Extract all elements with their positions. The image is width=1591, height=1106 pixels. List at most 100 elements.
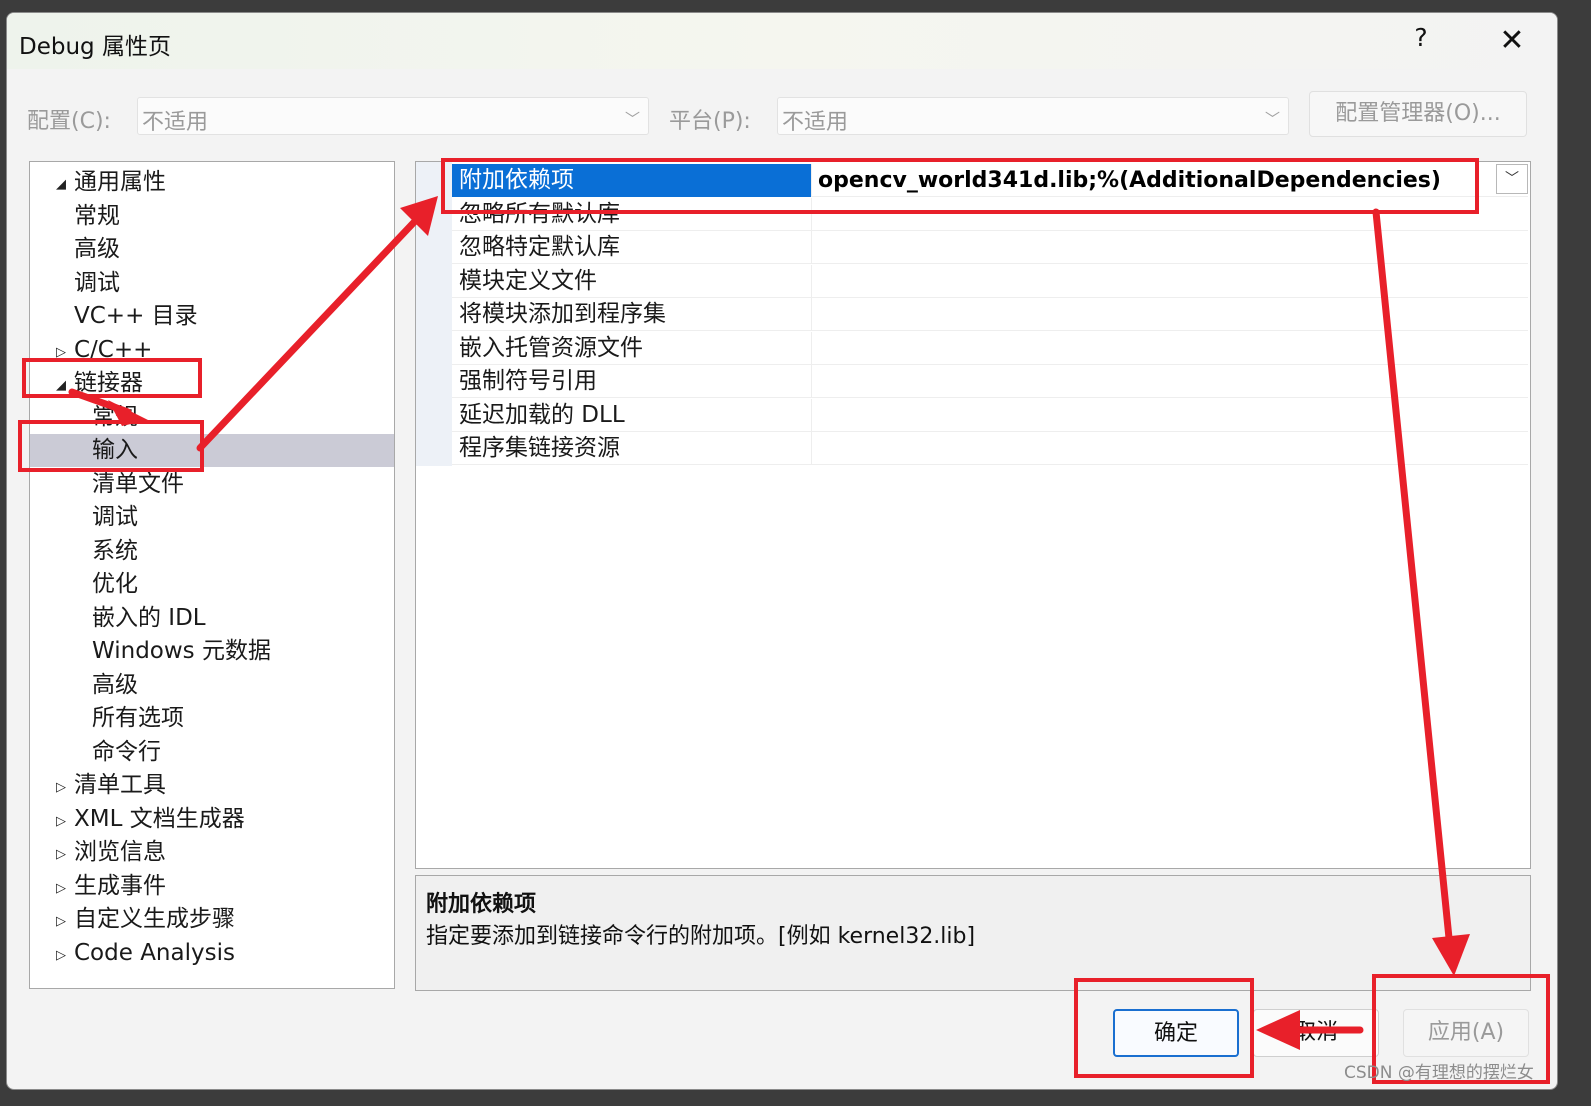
tree-item-label: 浏览信息 [74,839,166,865]
property-row[interactable]: 模块定义文件 [452,264,1528,298]
tree-item-label: Code Analysis [74,939,235,966]
property-row[interactable]: 嵌入托管资源文件 [452,331,1528,365]
property-row[interactable]: 将模块添加到程序集 [452,298,1528,331]
apply-button[interactable]: 应用(A) [1403,1009,1529,1057]
tree-item-label: C/C++ [74,336,153,363]
tree-item-label: 常规 [92,403,138,430]
tree-item-label: 清单工具 [74,772,166,798]
property-name: 程序集链接资源 [452,432,812,465]
collapsed-twisty-icon[interactable]: ▷ [56,939,66,972]
property-row[interactable]: 延迟加载的 DLL [452,398,1528,432]
property-row[interactable]: 程序集链接资源 [452,432,1528,465]
config-combobox[interactable]: 不适用 ﹀ [137,97,649,135]
ok-button[interactable]: 确定 [1113,1009,1239,1057]
value-dropdown-button[interactable]: ﹀ [1496,164,1528,194]
tree-item[interactable]: 常规 [30,401,394,434]
property-row[interactable]: 忽略所有默认库 [452,197,1528,231]
tree-item[interactable]: ▷ 清单工具 [30,769,394,802]
collapsed-twisty-icon[interactable]: ▷ [56,336,66,369]
close-button[interactable]: ✕ [1489,21,1535,61]
help-button[interactable]: ? [1405,23,1437,59]
property-grid[interactable]: 附加依赖项 opencv_world341d.lib;%(AdditionalDe… [415,161,1531,869]
property-value[interactable]: opencv_world341d.lib;%(AdditionalDepende… [818,164,1441,197]
property-row[interactable]: 附加依赖项 opencv_world341d.lib;%(AdditionalDe… [452,164,1528,197]
property-name: 嵌入托管资源文件 [452,331,812,365]
collapsed-twisty-icon[interactable]: ▷ [56,805,66,838]
tree-item-label: Windows 元数据 [92,638,271,664]
tree-item[interactable]: ▷ 生成事件 [30,870,394,903]
property-name: 附加依赖项 [452,164,812,197]
property-name: 忽略特定默认库 [452,231,812,264]
property-name: 忽略所有默认库 [452,197,812,231]
property-name: 强制符号引用 [452,365,812,398]
tree-item-label: 嵌入的 IDL [92,604,206,631]
tree-item-label: 高级 [74,236,120,262]
platform-value: 不适用 [782,110,849,135]
property-name: 将模块添加到程序集 [452,298,812,331]
collapsed-twisty-icon[interactable]: ▷ [56,838,66,871]
property-row[interactable]: 强制符号引用 [452,365,1528,398]
tree-item[interactable]: ▷ C/C++ [30,334,394,367]
tree-item[interactable]: 高级 [30,669,394,702]
tree-item[interactable]: ▷ Code Analysis [30,937,394,970]
tree-item-label: 调试 [74,269,120,296]
collapsed-twisty-icon[interactable]: ▷ [56,905,66,938]
config-value: 不适用 [142,110,209,135]
tree-item-label: 常规 [74,202,120,229]
tree-item-label: 输入 [92,437,138,463]
watermark: CSDN @有理想的摆烂女 [1344,1063,1534,1083]
property-pages-dialog: Debug 属性页 ? ✕ 配置(C): 不适用 ﹀ 平台(P): 不适用 ﹀ … [6,12,1558,1090]
tree-item-label: 优化 [92,571,138,597]
tree-item[interactable]: 系统 [30,535,394,568]
expanded-twisty-icon[interactable]: ◢ [56,369,66,402]
tree-item[interactable]: 高级 [30,233,394,266]
tree-item[interactable]: 输入 [30,434,394,467]
chevron-down-icon: ﹀ [1264,110,1280,128]
tree-item[interactable]: 所有选项 [30,702,394,735]
tree-item-label: 清单文件 [92,470,184,497]
title-bar: Debug 属性页 ? ✕ [7,13,1557,69]
tree-item[interactable]: ▷ 浏览信息 [30,836,394,869]
property-name: 模块定义文件 [452,264,812,298]
tree-item[interactable]: VC++ 目录 [30,300,394,333]
tree-item-label: 链接器 [74,370,143,396]
tree-item-label: XML 文档生成器 [74,805,245,832]
tree-item[interactable]: ▷ 自定义生成步骤 [30,903,394,936]
platform-combobox[interactable]: 不适用 ﹀ [777,97,1289,135]
dialog-title: Debug 属性页 [19,34,171,60]
tree-item-label: VC++ 目录 [74,303,198,329]
property-row[interactable]: 忽略特定默认库 [452,231,1528,264]
cancel-button[interactable]: 取消 [1253,1009,1379,1057]
description-panel: 附加依赖项 指定要添加到链接命令行的附加项。[例如 kernel32.lib] [415,875,1531,991]
tree-item[interactable]: 命令行 [30,736,394,769]
config-label: 配置(C): [27,109,111,134]
tree-item[interactable]: Windows 元数据 [30,635,394,668]
collapsed-twisty-icon[interactable]: ▷ [56,872,66,905]
tree-item-label: 高级 [92,671,138,698]
tree-item[interactable]: ▷ XML 文档生成器 [30,803,394,836]
tree-item[interactable]: 嵌入的 IDL [30,602,394,635]
tree-item-label: 通用属性 [74,169,166,195]
description-title: 附加依赖项 [426,892,537,917]
expanded-twisty-icon[interactable]: ◢ [56,168,66,201]
tree-item[interactable]: ◢ 通用属性 [30,166,394,199]
tree-item[interactable]: 常规 [30,200,394,233]
description-text: 指定要添加到链接命令行的附加项。[例如 kernel32.lib] [426,924,976,949]
tree-item[interactable]: 调试 [30,267,394,300]
tree-item-label: 生成事件 [74,872,166,899]
chevron-down-icon: ﹀ [624,110,640,128]
collapsed-twisty-icon[interactable]: ▷ [56,771,66,804]
tree-item-label: 命令行 [92,738,161,765]
tree-item[interactable]: 优化 [30,568,394,601]
grid-gutter [416,162,452,466]
tree-item[interactable]: 清单文件 [30,468,394,501]
tree-item-label: 所有选项 [92,705,184,731]
platform-label: 平台(P): [669,109,751,134]
property-tree[interactable]: ◢ 通用属性 常规 高级 调试 VC++ 目录 ▷ C/C++ ◢ 链接器 常规 输入 清单文件 调试 系统… [29,161,395,989]
tree-item-label: 自定义生成步骤 [74,906,235,932]
tree-item[interactable]: 调试 [30,501,394,534]
configuration-manager-button[interactable]: 配置管理器(O)... [1309,91,1527,137]
tree-item-label: 系统 [92,537,138,564]
tree-item[interactable]: ◢ 链接器 [30,367,394,400]
property-name: 延迟加载的 DLL [452,398,812,432]
